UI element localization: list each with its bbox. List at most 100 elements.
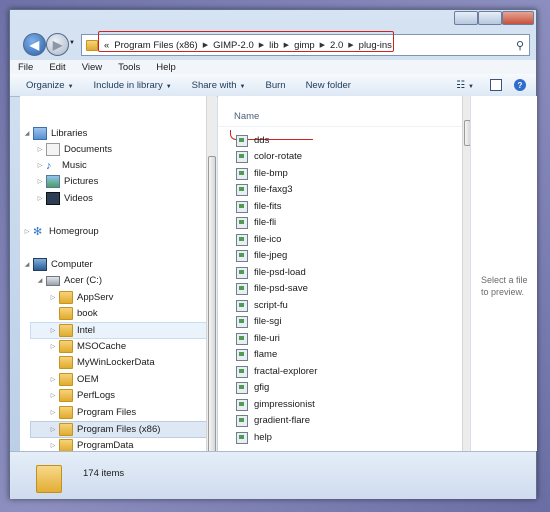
- menu-edit[interactable]: Edit: [41, 62, 73, 73]
- expand-arrow-icon[interactable]: ▷: [49, 327, 57, 334]
- file-name: file-psd-load: [254, 267, 306, 278]
- recent-pages-dropdown[interactable]: ▼: [69, 40, 75, 46]
- expand-arrow-icon[interactable]: ▷: [36, 178, 44, 185]
- address-highlight-annotation: [98, 31, 394, 52]
- include-label: Include in library: [93, 79, 163, 91]
- file-row[interactable]: color-rotate: [236, 149, 302, 164]
- minimize-button[interactable]: [454, 11, 478, 25]
- collapse-arrow-icon[interactable]: ◢: [23, 261, 31, 268]
- new-folder-button[interactable]: New folder: [296, 80, 361, 91]
- nav-computer[interactable]: ◢ Computer: [23, 257, 93, 272]
- expand-arrow-icon[interactable]: ▷: [36, 146, 44, 153]
- file-row[interactable]: file-uri: [236, 331, 280, 346]
- file-name: file-psd-save: [254, 283, 308, 294]
- maximize-button[interactable]: [478, 11, 502, 25]
- view-options-icon[interactable]: ☷ ▼: [456, 80, 474, 91]
- file-name: fractal-explorer: [254, 366, 318, 377]
- share-label: Share with: [191, 79, 237, 91]
- file-row[interactable]: file-faxg3: [236, 182, 293, 197]
- nav-folder-programdata[interactable]: ▷ ProgramData: [49, 438, 134, 451]
- file-row[interactable]: file-jpeg: [236, 248, 287, 263]
- burn-button[interactable]: Burn: [255, 80, 295, 91]
- menu-help[interactable]: Help: [148, 62, 184, 73]
- menu-file[interactable]: File: [10, 62, 41, 73]
- expand-arrow-icon[interactable]: ▷: [23, 228, 31, 235]
- file-name: flame: [254, 349, 278, 360]
- nav-folder-perflogs[interactable]: ▷ PerfLogs: [49, 388, 115, 403]
- file-row[interactable]: file-sgi: [236, 314, 281, 329]
- file-row[interactable]: gfig: [236, 380, 269, 395]
- file-row[interactable]: script-fu: [236, 298, 288, 313]
- nav-label: Libraries: [51, 128, 88, 139]
- expand-arrow-icon[interactable]: ▷: [49, 376, 57, 383]
- close-button[interactable]: [502, 11, 534, 25]
- nav-libraries[interactable]: ◢ Libraries: [23, 126, 87, 141]
- file-row[interactable]: file-bmp: [236, 166, 288, 181]
- nav-music[interactable]: ▷ ♪ Music: [36, 158, 87, 173]
- expand-arrow-icon[interactable]: ▷: [49, 426, 57, 433]
- folder-icon: [59, 373, 73, 386]
- nav-folder-program-files[interactable]: ▷ Program Files: [49, 405, 136, 420]
- file-row[interactable]: dds: [236, 133, 269, 148]
- nav-folder-mywinlockerdata[interactable]: MyWinLockerData: [49, 355, 155, 370]
- nav-videos[interactable]: ▷ Videos: [36, 191, 93, 206]
- file-icon: [236, 365, 248, 378]
- expand-arrow-icon[interactable]: ▷: [36, 195, 44, 202]
- collapse-arrow-icon[interactable]: ◢: [36, 277, 44, 284]
- include-in-library-button[interactable]: Include in library ▼: [84, 80, 182, 91]
- nav-scrollbar[interactable]: [206, 96, 217, 463]
- nav-pictures[interactable]: ▷ Pictures: [36, 174, 98, 189]
- expand-arrow-icon[interactable]: ▷: [49, 294, 57, 301]
- file-name: gimpressionist: [254, 399, 315, 410]
- nav-folder-book[interactable]: book: [49, 306, 98, 321]
- nav-folder-appserv[interactable]: ▷ AppServ: [49, 290, 113, 305]
- back-arrow-icon: ◀: [29, 37, 40, 52]
- file-row[interactable]: file-psd-save: [236, 281, 308, 296]
- item-count: 174 items: [83, 468, 125, 479]
- help-icon[interactable]: ?: [514, 79, 526, 91]
- expand-arrow-icon[interactable]: ▷: [36, 162, 44, 169]
- menu-view[interactable]: View: [74, 62, 110, 73]
- file-row[interactable]: file-psd-load: [236, 265, 306, 280]
- forward-button[interactable]: ▶: [46, 33, 69, 56]
- file-row[interactable]: file-ico: [236, 232, 281, 247]
- expand-arrow-icon[interactable]: ▷: [49, 343, 57, 350]
- nav-folder-program-files-x86[interactable]: ▷ Program Files (x86): [30, 421, 206, 438]
- nav-scroll-thumb[interactable]: [208, 156, 216, 463]
- nav-homegroup[interactable]: ▷ ✻ Homegroup: [23, 224, 99, 239]
- preview-pane-icon[interactable]: [490, 79, 502, 91]
- folder-icon: [59, 307, 73, 320]
- file-row[interactable]: flame: [236, 347, 277, 362]
- share-with-button[interactable]: Share with ▼: [182, 80, 256, 91]
- nav-drive-c[interactable]: ◢ Acer (C:): [36, 273, 102, 288]
- nav-folder-msocache[interactable]: ▷ MSOCache: [49, 339, 126, 354]
- file-row[interactable]: help: [236, 430, 272, 445]
- forward-arrow-icon: ▶: [52, 37, 63, 52]
- file-name: gradient-flare: [254, 415, 310, 426]
- search-icon[interactable]: ⚲: [516, 39, 524, 52]
- file-name: file-sgi: [254, 316, 282, 327]
- libraries-icon: [33, 127, 47, 140]
- computer-icon: [33, 258, 47, 271]
- expand-arrow-icon[interactable]: ▷: [49, 392, 57, 399]
- command-bar: Organize ▼ Include in library ▼ Share with…: [10, 74, 536, 97]
- expand-arrow-icon[interactable]: ▷: [49, 442, 57, 449]
- back-button[interactable]: ◀: [23, 33, 46, 56]
- expand-arrow-icon[interactable]: ▷: [49, 409, 57, 416]
- file-icon: [236, 332, 248, 345]
- file-row[interactable]: file-fits: [236, 199, 281, 214]
- column-header-name[interactable]: Name: [234, 111, 259, 122]
- file-row[interactable]: fractal-explorer: [236, 364, 317, 379]
- file-row[interactable]: gimpressionist: [236, 397, 315, 412]
- file-icon: [236, 431, 248, 444]
- nav-label: PerfLogs: [77, 390, 116, 401]
- chevron-down-icon: ▼: [165, 83, 172, 90]
- collapse-arrow-icon[interactable]: ◢: [23, 130, 31, 137]
- file-row[interactable]: gradient-flare: [236, 413, 310, 428]
- nav-documents[interactable]: ▷ Documents: [36, 142, 112, 157]
- file-row[interactable]: file-fli: [236, 215, 276, 230]
- nav-folder-oem[interactable]: ▷ OEM: [49, 372, 99, 387]
- nav-folder-intel[interactable]: ▷ Intel: [30, 322, 206, 339]
- organize-button[interactable]: Organize ▼: [10, 80, 84, 91]
- menu-tools[interactable]: Tools: [110, 62, 148, 73]
